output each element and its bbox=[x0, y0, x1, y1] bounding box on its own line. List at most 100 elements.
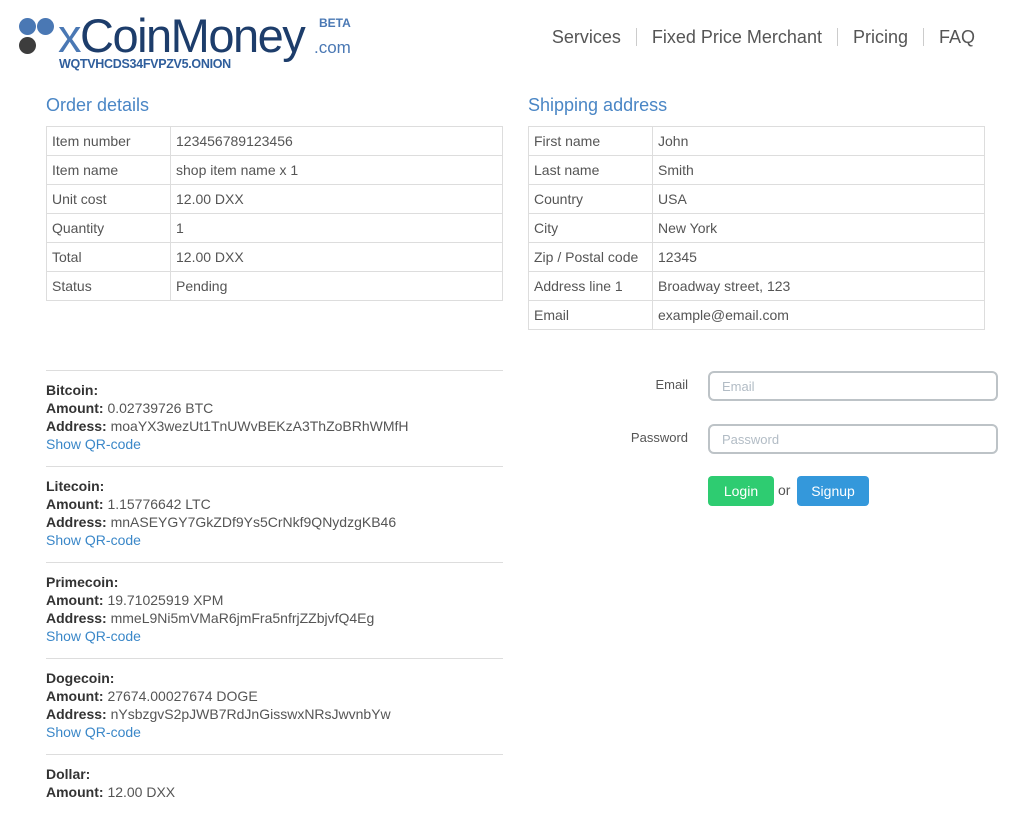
amount-label: Amount: bbox=[46, 688, 104, 704]
row-value: Pending bbox=[170, 271, 503, 301]
table-row: Item number 123456789123456 bbox=[46, 126, 503, 156]
address-label: Address: bbox=[46, 418, 107, 434]
table-row: Unit cost 12.00 DXX bbox=[46, 184, 503, 214]
amount-label: Amount: bbox=[46, 592, 104, 608]
address-value: nYsbzgvS2pJWB7RdJnGisswxNRsJwvnbYw bbox=[110, 706, 391, 722]
row-value: USA bbox=[652, 184, 985, 214]
password-label: Password bbox=[630, 430, 688, 445]
logo-tld: .com bbox=[314, 38, 351, 57]
logo-prefix: x bbox=[58, 9, 82, 62]
email-label: Email bbox=[655, 377, 688, 392]
table-row: City New York bbox=[528, 213, 985, 243]
row-label: Total bbox=[46, 242, 171, 272]
row-label: Quantity bbox=[46, 213, 171, 243]
shipping-address-table: First name John Last name Smith Country USA… bbox=[528, 126, 985, 330]
table-row: Total 12.00 DXX bbox=[46, 242, 503, 272]
coin-name: Dogecoin: bbox=[46, 670, 115, 686]
nav-faq[interactable]: FAQ bbox=[924, 25, 991, 49]
email-input[interactable] bbox=[708, 371, 998, 401]
amount-value: 0.02739726 BTC bbox=[107, 400, 214, 416]
show-qr-code-link[interactable]: Show QR-code bbox=[46, 531, 503, 549]
or-text: or bbox=[778, 482, 791, 498]
row-label: Unit cost bbox=[46, 184, 171, 214]
row-value: John bbox=[652, 126, 985, 156]
amount-line: Amount: 1.15776642 LTC bbox=[46, 495, 503, 513]
row-value: example@email.com bbox=[652, 300, 985, 330]
logo-dot-icon bbox=[19, 37, 36, 54]
table-row: Email example@email.com bbox=[528, 300, 985, 330]
nav-pricing[interactable]: Pricing bbox=[838, 25, 923, 49]
row-value: New York bbox=[652, 213, 985, 243]
address-label: Address: bbox=[46, 706, 107, 722]
amount-line: Amount: 12.00 DXX bbox=[46, 783, 503, 801]
row-value: Smith bbox=[652, 155, 985, 185]
site-logo[interactable]: xCoinMoney .com BETA WQTVHCDS34FVPZV5.ON… bbox=[18, 9, 358, 76]
coin-name: Dollar: bbox=[46, 766, 91, 782]
signup-button[interactable]: Signup bbox=[797, 476, 869, 506]
logo-main: CoinMoney bbox=[80, 9, 306, 62]
row-label: Zip / Postal code bbox=[528, 242, 653, 272]
address-value: mmeL9Ni5mVMaR6jmFra5nfrjZZbjvfQ4Eg bbox=[110, 610, 375, 626]
payment-item-litecoin: Litecoin: Amount: 1.15776642 LTC Address… bbox=[46, 466, 503, 562]
payment-item-bitcoin: Bitcoin: Amount: 0.02739726 BTC Address:… bbox=[46, 370, 503, 466]
payment-item-primecoin: Primecoin: Amount: 19.71025919 XPM Addre… bbox=[46, 562, 503, 658]
nav-services[interactable]: Services bbox=[537, 25, 636, 49]
row-value: shop item name x 1 bbox=[170, 155, 503, 185]
onion-address: WQTVHCDS34FVPZV5.ONION bbox=[59, 57, 231, 71]
amount-line: Amount: 0.02739726 BTC bbox=[46, 399, 503, 417]
show-qr-code-link[interactable]: Show QR-code bbox=[46, 723, 503, 741]
address-label: Address: bbox=[46, 514, 107, 530]
row-label: Last name bbox=[528, 155, 653, 185]
show-qr-code-link[interactable]: Show QR-code bbox=[46, 627, 503, 645]
order-details-title: Order details bbox=[46, 95, 150, 115]
show-qr-code-link[interactable]: Show QR-code bbox=[46, 435, 503, 453]
shipping-address-title: Shipping address bbox=[528, 95, 668, 115]
amount-label: Amount: bbox=[46, 784, 104, 800]
row-value: Broadway street, 123 bbox=[652, 271, 985, 301]
row-label: Email bbox=[528, 300, 653, 330]
login-button[interactable]: Login bbox=[708, 476, 774, 506]
table-row: Last name Smith bbox=[528, 155, 985, 185]
coin-name: Litecoin: bbox=[46, 478, 105, 494]
table-row: Status Pending bbox=[46, 271, 503, 301]
amount-value: 19.71025919 XPM bbox=[107, 592, 224, 608]
logo-dot-icon bbox=[19, 18, 36, 35]
row-value: 12.00 DXX bbox=[170, 184, 503, 214]
address-line: Address: nYsbzgvS2pJWB7RdJnGisswxNRsJwvn… bbox=[46, 705, 503, 723]
beta-badge: BETA bbox=[319, 16, 351, 30]
amount-value: 27674.00027674 DOGE bbox=[107, 688, 258, 704]
payment-item-dogecoin: Dogecoin: Amount: 27674.00027674 DOGE Ad… bbox=[46, 658, 503, 754]
table-row: Address line 1 Broadway street, 123 bbox=[528, 271, 985, 301]
row-label: Status bbox=[46, 271, 171, 301]
amount-label: Amount: bbox=[46, 400, 104, 416]
row-label: City bbox=[528, 213, 653, 243]
top-nav: Services Fixed Price Merchant Pricing FA… bbox=[537, 25, 991, 49]
table-row: Country USA bbox=[528, 184, 985, 214]
coin-name: Bitcoin: bbox=[46, 382, 99, 398]
password-input[interactable] bbox=[708, 424, 998, 454]
amount-line: Amount: 27674.00027674 DOGE bbox=[46, 687, 503, 705]
row-label: Item number bbox=[46, 126, 171, 156]
address-line: Address: mmeL9Ni5mVMaR6jmFra5nfrjZZbjvfQ… bbox=[46, 609, 503, 627]
payment-item-dollar: Dollar: Amount: 12.00 DXX bbox=[46, 754, 503, 814]
table-row: Item name shop item name x 1 bbox=[46, 155, 503, 185]
address-line: Address: mnASEYGY7GkZDf9Ys5CrNkf9QNydzgK… bbox=[46, 513, 503, 531]
coin-name: Primecoin: bbox=[46, 574, 119, 590]
nav-fixed-price-merchant[interactable]: Fixed Price Merchant bbox=[637, 25, 837, 49]
address-line: Address: moaYX3wezUt1TnUWvBEKzA3ThZoBRhW… bbox=[46, 417, 503, 435]
logo-dot-icon bbox=[37, 18, 54, 35]
table-row: First name John bbox=[528, 126, 985, 156]
table-row: Quantity 1 bbox=[46, 213, 503, 243]
table-row: Zip / Postal code 12345 bbox=[528, 242, 985, 272]
logo-wordmark: xCoinMoney bbox=[58, 8, 306, 64]
amount-value: 1.15776642 LTC bbox=[107, 496, 211, 512]
address-value: mnASEYGY7GkZDf9Ys5CrNkf9QNydzgKB46 bbox=[110, 514, 397, 530]
row-label: First name bbox=[528, 126, 653, 156]
row-value: 123456789123456 bbox=[170, 126, 503, 156]
amount-line: Amount: 19.71025919 XPM bbox=[46, 591, 503, 609]
order-details-table: Item number 123456789123456 Item name shop… bbox=[46, 126, 503, 301]
payment-options-list: Bitcoin: Amount: 0.02739726 BTC Address:… bbox=[46, 370, 503, 814]
amount-label: Amount: bbox=[46, 496, 104, 512]
row-label: Address line 1 bbox=[528, 271, 653, 301]
row-value: 12345 bbox=[652, 242, 985, 272]
